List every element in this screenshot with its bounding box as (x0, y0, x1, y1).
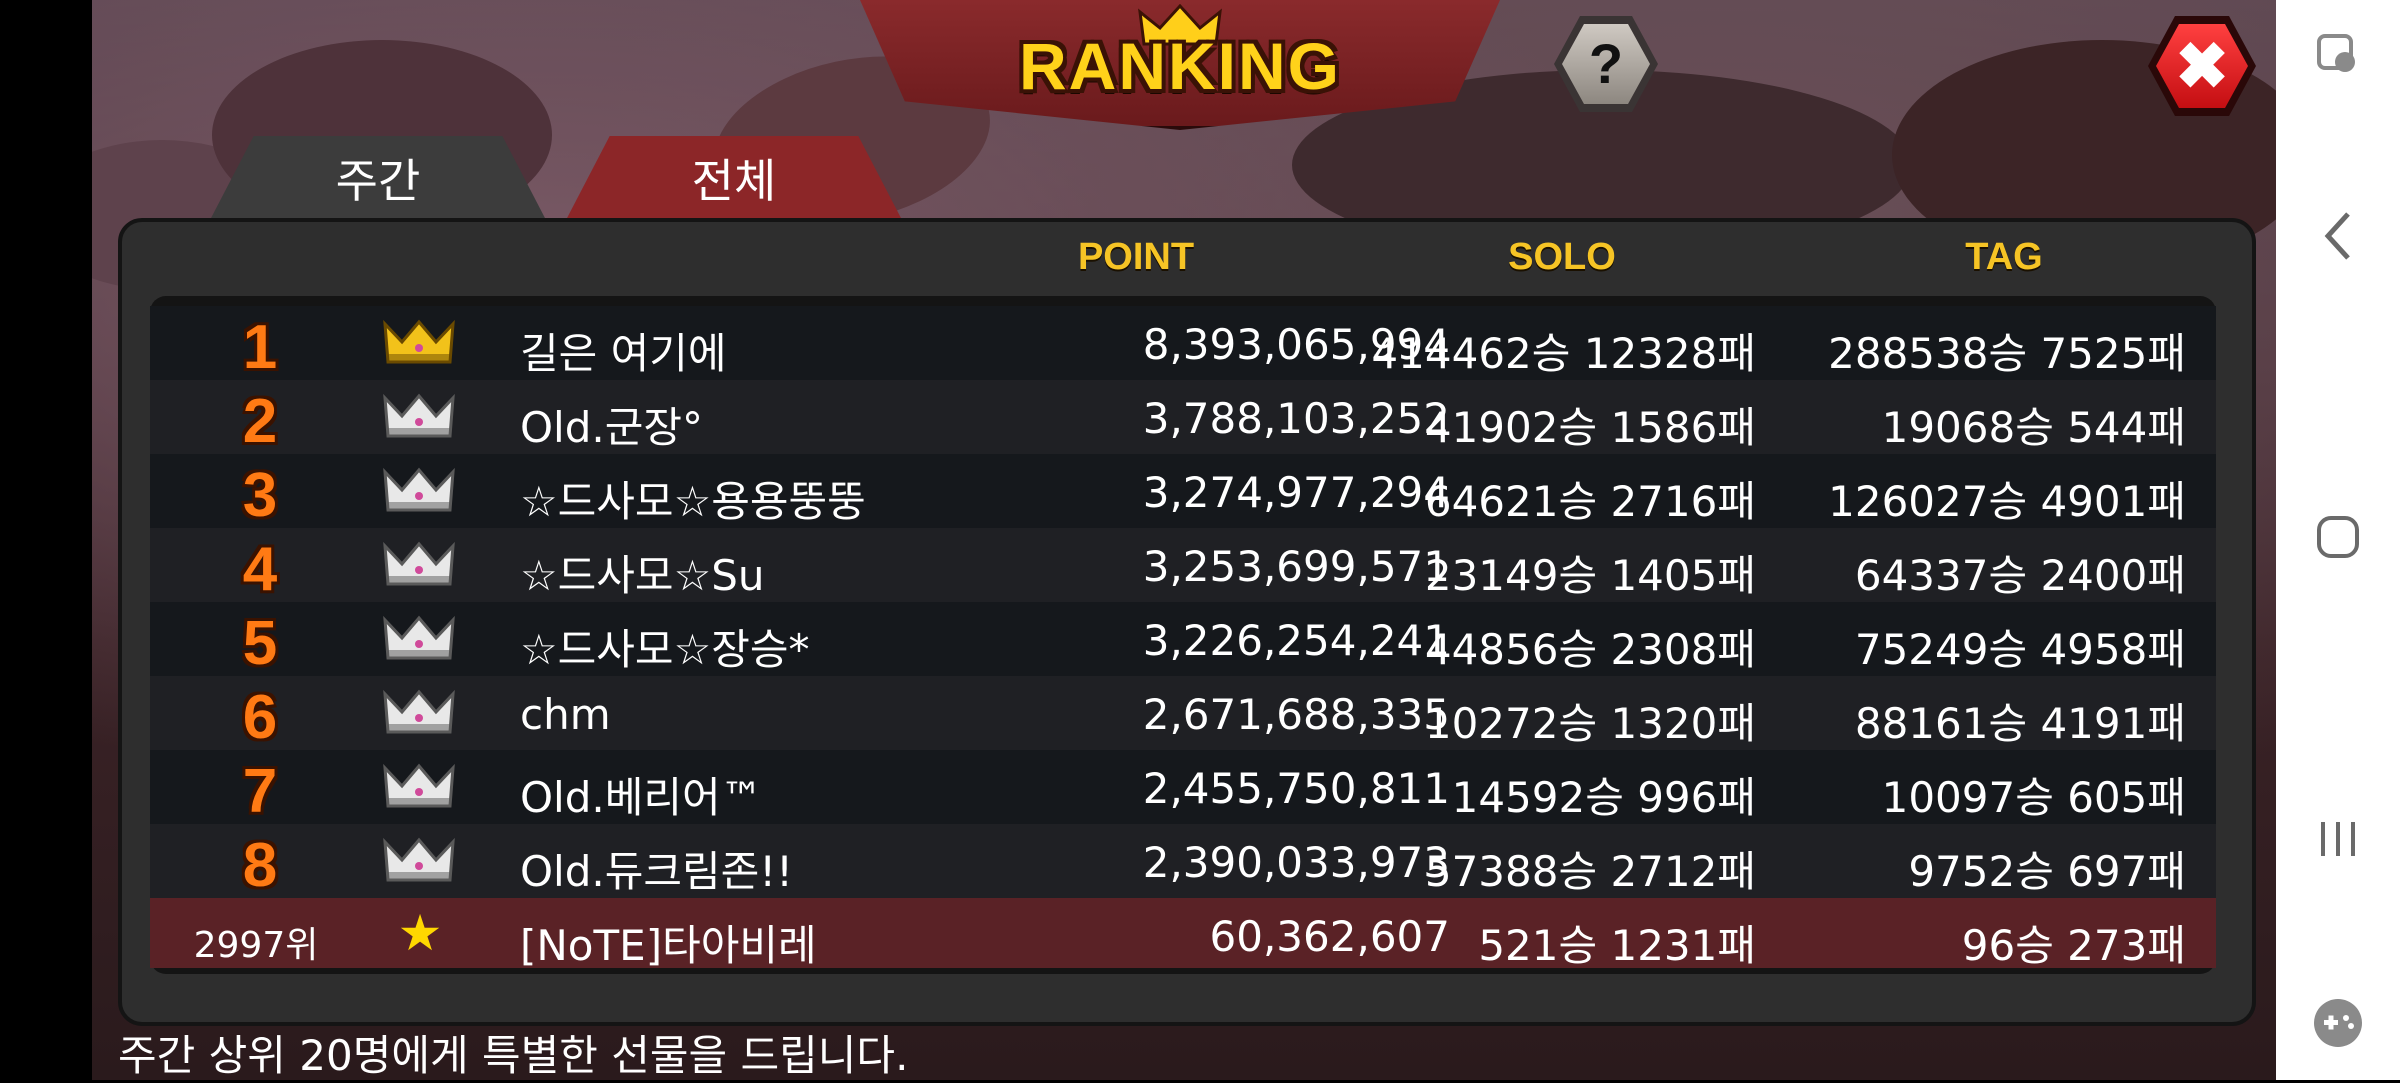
my-ranking-row[interactable]: 2997위 ★ [NoTE]타아비레 60,362,607 521승 1231패 96승 … (150, 898, 2216, 970)
ranking-row[interactable]: 2 Old.군장° 3,788,103,252 41902승 1586패 19068승 … (150, 380, 2216, 456)
my-player-name: [NoTE]타아비레 (520, 921, 817, 970)
left-letterbox (0, 0, 92, 1080)
player-name: ☆드사모☆장승* (520, 625, 810, 674)
close-icon: ✖ (2156, 24, 2248, 108)
player-name: ☆드사모☆Su (520, 551, 765, 600)
tag-record: 88161승 4191패 (1854, 699, 2186, 748)
tag-record: 288538승 7525패 (1828, 329, 2186, 378)
solo-record: 10272승 1320패 (1424, 699, 1756, 748)
screen: RANKING ? ✖ 주간 전체 POINT SOLO TAG 1 길은 여기에… (0, 0, 2400, 1080)
game-launcher-icon[interactable] (2276, 996, 2400, 1054)
rank-number: 6 (242, 683, 278, 752)
solo-record: 57388승 2712패 (1424, 847, 1756, 896)
rank-number: 2 (242, 387, 278, 456)
rank-number: 7 (242, 757, 278, 826)
silver-crown-icon (382, 466, 456, 516)
silver-crown-icon (382, 688, 456, 738)
rank-number: 8 (242, 831, 278, 900)
tab-weekly[interactable]: 주간 (210, 136, 546, 220)
column-header-point: POINT (1077, 236, 1195, 278)
player-name: ☆드사모☆용용뚱뚱 (520, 477, 866, 526)
gold-crown-icon (382, 318, 456, 368)
ranking-row[interactable]: 1 길은 여기에 8,393,065,994 414462승 12328패 288538… (150, 306, 2216, 382)
silver-crown-icon (382, 392, 456, 442)
tag-record: 126027승 4901패 (1828, 477, 2186, 526)
tag-record: 9752승 697패 (1908, 847, 2186, 896)
column-header-tag: TAG (1965, 236, 2043, 278)
solo-record: 44856승 2308패 (1424, 625, 1756, 674)
solo-record: 64621승 2716패 (1424, 477, 1756, 526)
page-title: RANKING (1019, 29, 1341, 103)
tag-record: 19068승 544패 (1881, 403, 2186, 452)
rank-number: 3 (242, 461, 278, 530)
player-name: chm (520, 690, 611, 739)
game-tools-icon[interactable] (2276, 30, 2400, 84)
ranking-row[interactable]: 6 chm 2,671,688,335 10272승 1320패 88161승 4191… (150, 676, 2216, 752)
question-icon: ? (1562, 24, 1650, 104)
silver-crown-icon (382, 540, 456, 590)
my-rank: 2997위 (193, 925, 319, 966)
player-name: 길은 여기에 (520, 329, 727, 378)
tab-all[interactable]: 전체 (566, 136, 902, 220)
ranking-row[interactable]: 4 ☆드사모☆Su 3,253,699,571 23149승 1405패 64337승 … (150, 528, 2216, 604)
rank-number: 5 (242, 609, 278, 678)
solo-record: 41902승 1586패 (1424, 403, 1756, 452)
silver-crown-icon (382, 614, 456, 664)
my-solo-record: 521승 1231패 (1478, 921, 1756, 970)
player-name: Old.군장° (520, 403, 704, 452)
rank-number: 1 (242, 313, 278, 382)
recents-icon[interactable] (2276, 814, 2400, 868)
ranking-row[interactable]: 3 ☆드사모☆용용뚱뚱 3,274,977,294 64621승 2716패 12602… (150, 454, 2216, 530)
solo-record: 14592승 996패 (1451, 773, 1756, 822)
silver-crown-icon (382, 836, 456, 886)
solo-record: 414462승 12328패 (1371, 329, 1756, 378)
my-tag-record: 96승 273패 (1961, 921, 2186, 970)
back-icon[interactable] (2276, 208, 2400, 268)
silver-crown-icon (382, 762, 456, 812)
star-icon: ★ (397, 904, 443, 962)
player-name: Old.베리어™ (520, 773, 763, 822)
player-name: Old.듀크림존!! (520, 847, 793, 896)
rank-number: 4 (242, 535, 278, 604)
ranking-row[interactable]: 5 ☆드사모☆장승* 3,226,254,241 44856승 2308패 75249승… (150, 602, 2216, 678)
tag-record: 75249승 4958패 (1854, 625, 2186, 674)
ranking-row[interactable]: 8 Old.듀크림존!! 2,390,033,973 57388승 2712패 9752… (150, 824, 2216, 900)
column-header-solo: SOLO (1508, 236, 1616, 278)
ranking-row[interactable]: 7 Old.베리어™ 2,455,750,811 14592승 996패 10097승 … (150, 750, 2216, 826)
home-icon[interactable] (2276, 512, 2400, 566)
footer-notice: 주간 상위 20명에게 특별한 선물을 드립니다. (118, 1031, 909, 1080)
system-nav-bar (2276, 0, 2400, 1080)
solo-record: 23149승 1405패 (1424, 551, 1756, 600)
tag-record: 64337승 2400패 (1854, 551, 2186, 600)
tag-record: 10097승 605패 (1881, 773, 2186, 822)
